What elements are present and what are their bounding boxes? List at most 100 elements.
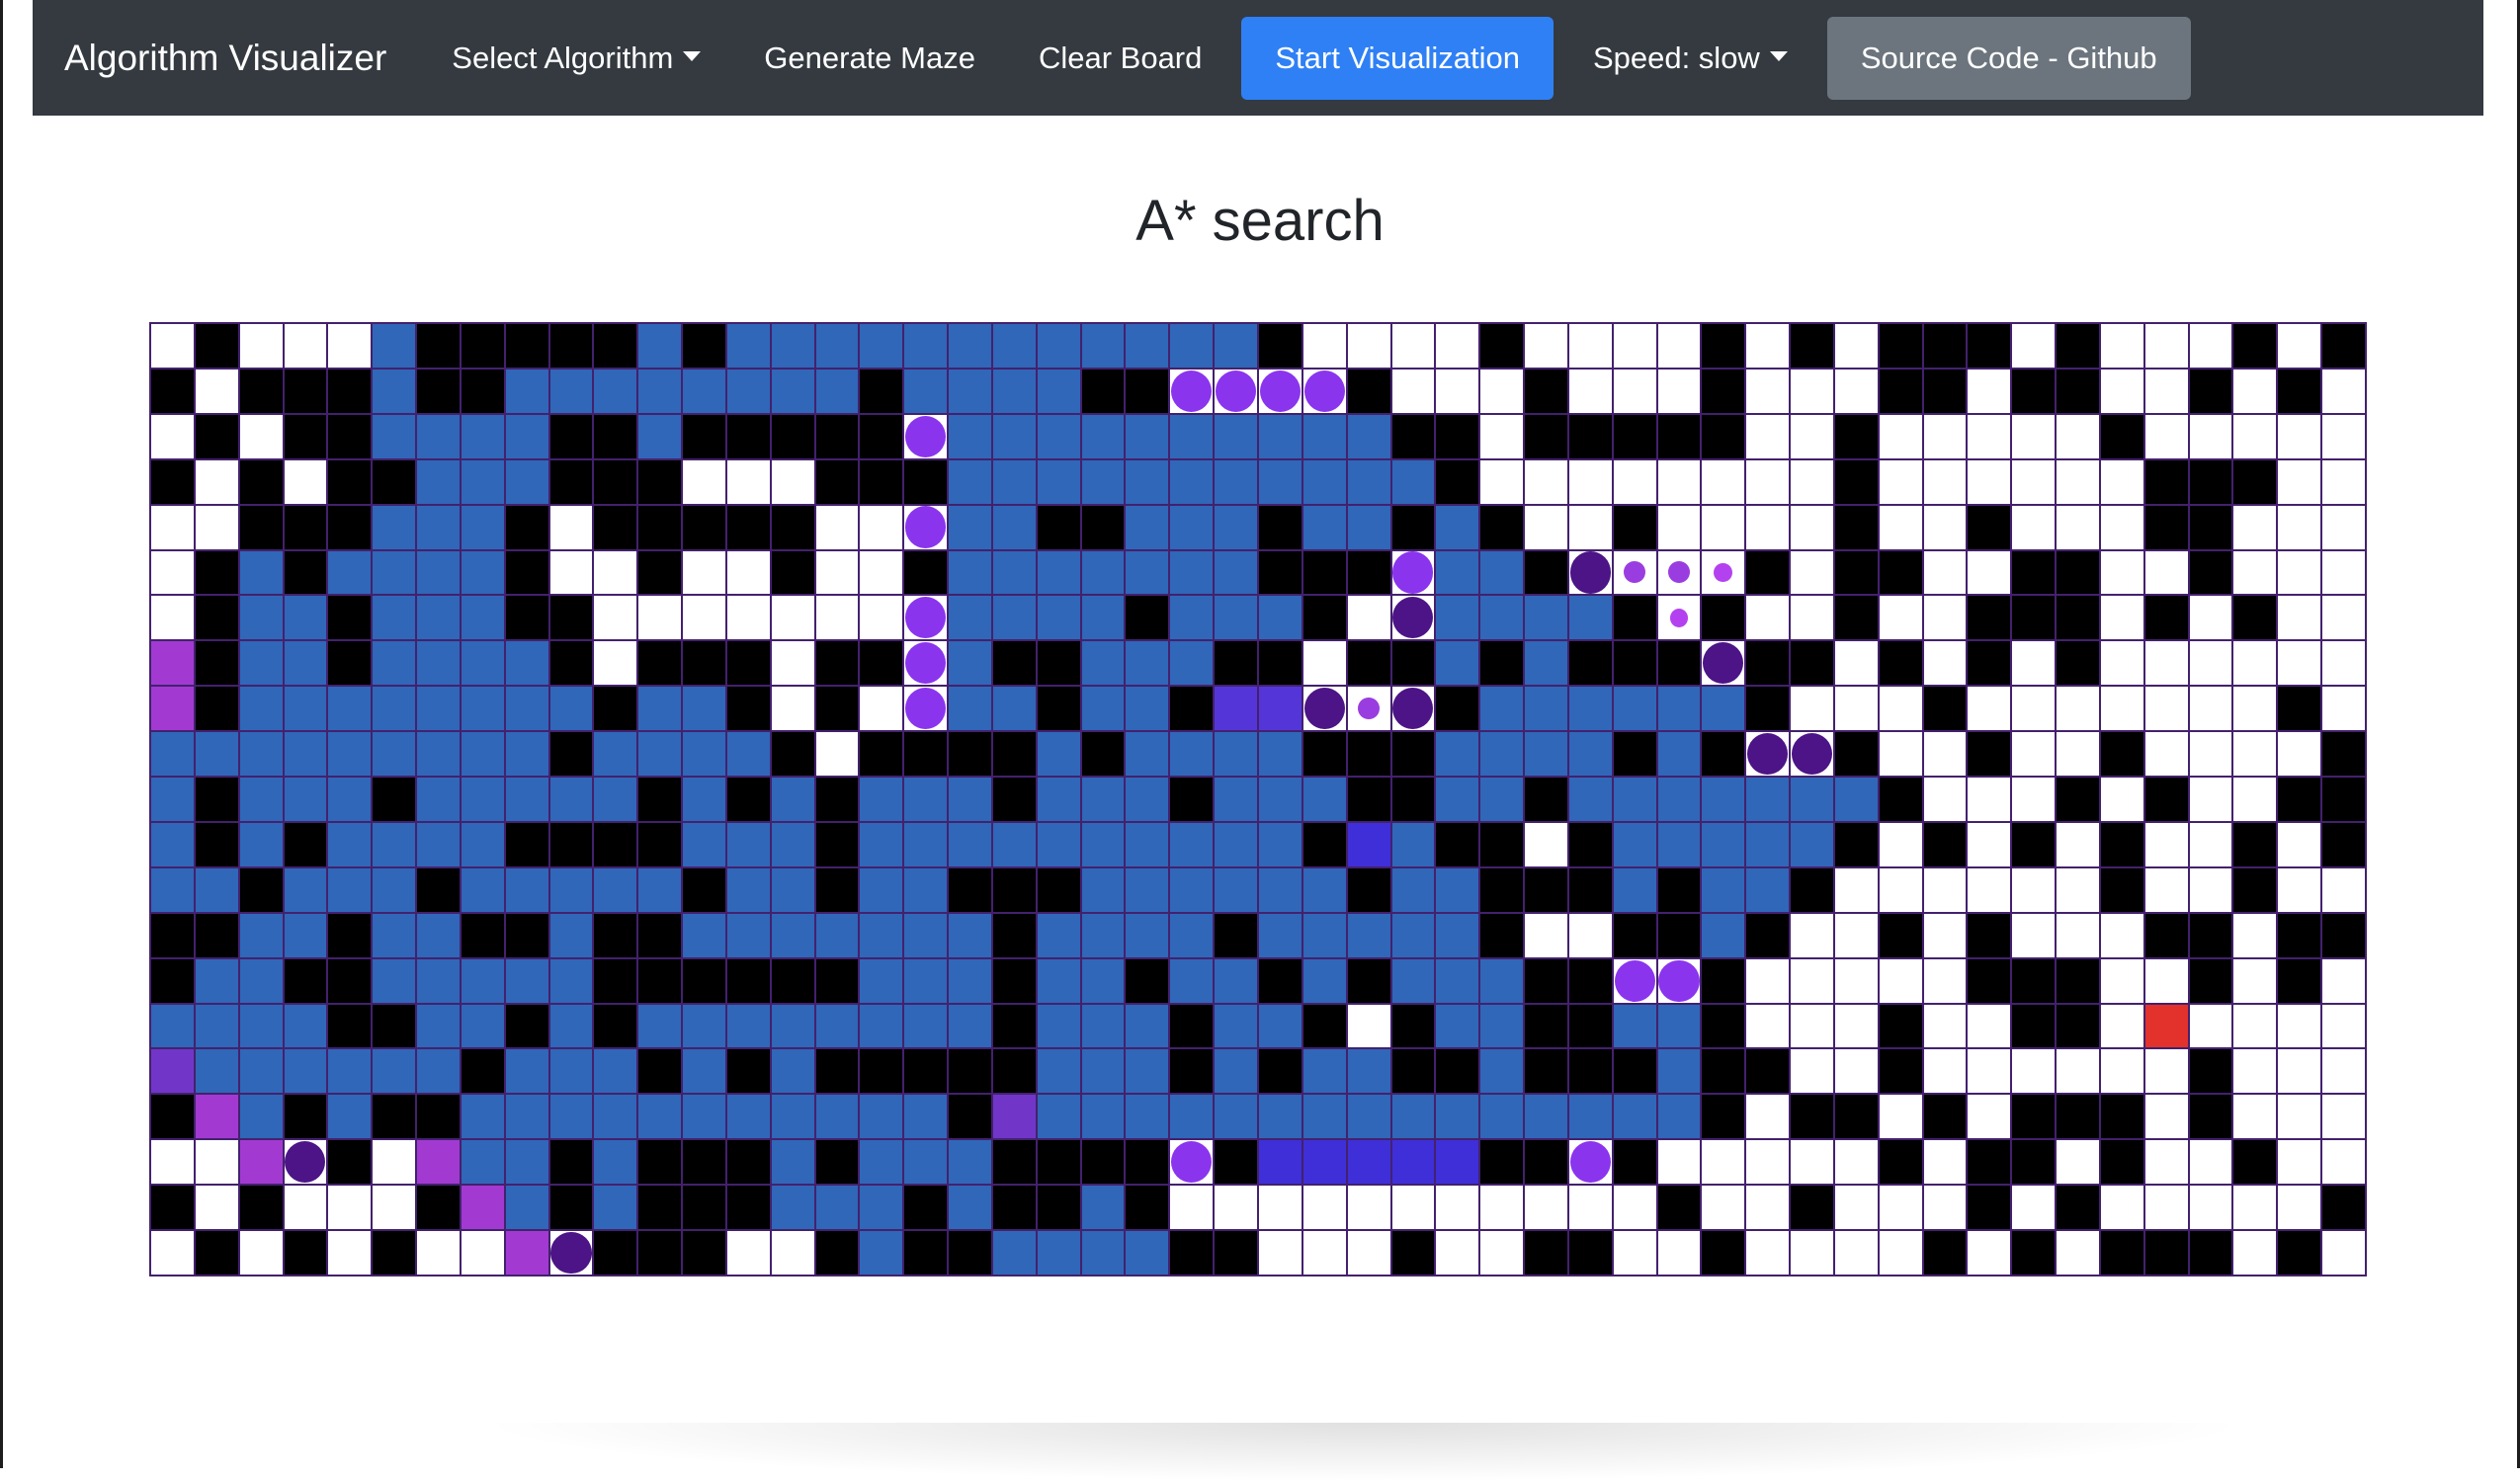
grid-path-dot-large[interactable]: [904, 641, 948, 686]
grid-visited[interactable]: [1613, 867, 1656, 912]
grid-visited[interactable]: [1126, 324, 1169, 368]
grid-wall[interactable]: [549, 324, 593, 368]
grid-wall[interactable]: [1702, 958, 1745, 1003]
grid-wall[interactable]: [594, 822, 637, 866]
grid-wall[interactable]: [1879, 1049, 1922, 1094]
grid-wall[interactable]: [1923, 324, 1967, 368]
grid-wall[interactable]: [328, 958, 372, 1003]
grid-wall[interactable]: [1702, 1004, 1745, 1048]
grid-wall[interactable]: [1657, 867, 1701, 912]
grid-empty[interactable]: [1791, 369, 1833, 413]
grid-wall[interactable]: [992, 867, 1036, 912]
grid-visited[interactable]: [1037, 822, 1080, 866]
grid-wall[interactable]: [771, 505, 814, 549]
grid-wall[interactable]: [1436, 1049, 1479, 1094]
grid-visited[interactable]: [417, 459, 460, 504]
grid-visited[interactable]: [1436, 778, 1479, 821]
grid-visited[interactable]: [1170, 867, 1214, 912]
grid-wall[interactable]: [949, 1231, 991, 1275]
grid-empty[interactable]: [771, 596, 814, 640]
grid-visited[interactable]: [992, 324, 1036, 368]
grid-empty[interactable]: [2144, 369, 2188, 413]
grid-wall[interactable]: [2233, 867, 2277, 912]
grid-wall[interactable]: [1834, 732, 1878, 777]
grid-empty[interactable]: [2278, 1186, 2321, 1230]
grid-visited[interactable]: [1081, 822, 1125, 866]
grid-visited[interactable]: [1215, 596, 1257, 640]
grid-visited[interactable]: [860, 1140, 903, 1185]
grid-empty[interactable]: [2278, 1140, 2321, 1185]
grid-visited[interactable]: [860, 1231, 903, 1275]
grid-wall[interactable]: [904, 1231, 948, 1275]
grid-visited[interactable]: [1126, 687, 1169, 731]
grid-empty[interactable]: [2100, 913, 2143, 957]
grid-empty[interactable]: [1568, 369, 1612, 413]
grid-wall[interactable]: [549, 1140, 593, 1185]
grid-empty[interactable]: [1834, 1140, 1878, 1185]
grid-empty[interactable]: [2322, 641, 2365, 686]
grid-visited[interactable]: [1081, 324, 1125, 368]
grid-wall[interactable]: [1923, 369, 1967, 413]
grid-wall[interactable]: [1347, 958, 1390, 1003]
grid-wall[interactable]: [2144, 459, 2188, 504]
grid-empty[interactable]: [1347, 596, 1390, 640]
grid-wall[interactable]: [1968, 1186, 2011, 1230]
grid-visited[interactable]: [549, 958, 593, 1003]
grid-path-dot-dark[interactable]: [1391, 596, 1435, 640]
grid-open-cell[interactable]: [1347, 1140, 1390, 1185]
grid-visited[interactable]: [549, 778, 593, 821]
grid-empty[interactable]: [2278, 1095, 2321, 1139]
grid-wall[interactable]: [683, 1140, 725, 1185]
grid-visited[interactable]: [1126, 822, 1169, 866]
grid-visited[interactable]: [683, 822, 725, 866]
grid-empty[interactable]: [1347, 1231, 1390, 1275]
grid-wall[interactable]: [771, 958, 814, 1003]
grid-empty[interactable]: [1702, 1140, 1745, 1185]
grid-wall[interactable]: [1525, 1231, 1567, 1275]
grid-wall[interactable]: [2233, 324, 2277, 368]
grid-visited[interactable]: [638, 324, 682, 368]
grid-visited[interactable]: [461, 596, 504, 640]
grid-visited[interactable]: [1568, 732, 1612, 777]
grid-empty[interactable]: [1746, 1140, 1790, 1185]
grid-visited[interactable]: [1170, 414, 1214, 458]
grid-wall[interactable]: [1347, 778, 1390, 821]
grid-wall[interactable]: [1480, 822, 1524, 866]
grid-empty[interactable]: [1791, 459, 1833, 504]
grid-visited[interactable]: [726, 369, 770, 413]
grid-empty[interactable]: [1834, 369, 1878, 413]
grid-wall[interactable]: [1391, 732, 1435, 777]
grid-wall[interactable]: [2057, 958, 2099, 1003]
grid-path-dot-large[interactable]: [1391, 550, 1435, 595]
grid-empty[interactable]: [1834, 1186, 1878, 1230]
grid-empty[interactable]: [1568, 505, 1612, 549]
grid-visited[interactable]: [860, 822, 903, 866]
grid-wall[interactable]: [2057, 1186, 2099, 1230]
grid-visited[interactable]: [328, 822, 372, 866]
grid-empty[interactable]: [1436, 1186, 1479, 1230]
grid-empty[interactable]: [2278, 324, 2321, 368]
grid-wall[interactable]: [726, 778, 770, 821]
grid-empty[interactable]: [1613, 324, 1656, 368]
grid-visited[interactable]: [195, 867, 238, 912]
grid-visited[interactable]: [992, 459, 1036, 504]
grid-wall[interactable]: [2233, 1140, 2277, 1185]
grid-visited[interactable]: [1391, 913, 1435, 957]
grid-wall[interactable]: [594, 687, 637, 731]
grid-path-dot-large[interactable]: [904, 505, 948, 549]
grid-empty[interactable]: [2189, 641, 2232, 686]
grid-wall[interactable]: [1746, 687, 1790, 731]
grid-wall[interactable]: [638, 913, 682, 957]
grid-wall[interactable]: [239, 369, 283, 413]
grid-visited[interactable]: [771, 1049, 814, 1094]
grid-wall[interactable]: [860, 369, 903, 413]
grid-visited[interactable]: [815, 324, 859, 368]
grid-wall[interactable]: [1702, 324, 1745, 368]
grid-empty[interactable]: [1968, 414, 2011, 458]
grid-wall[interactable]: [1568, 641, 1612, 686]
grid-wall[interactable]: [195, 414, 238, 458]
grid-wall[interactable]: [1834, 1095, 1878, 1139]
grid-wall[interactable]: [1657, 641, 1701, 686]
grid-wall[interactable]: [239, 505, 283, 549]
grid-visited[interactable]: [904, 822, 948, 866]
